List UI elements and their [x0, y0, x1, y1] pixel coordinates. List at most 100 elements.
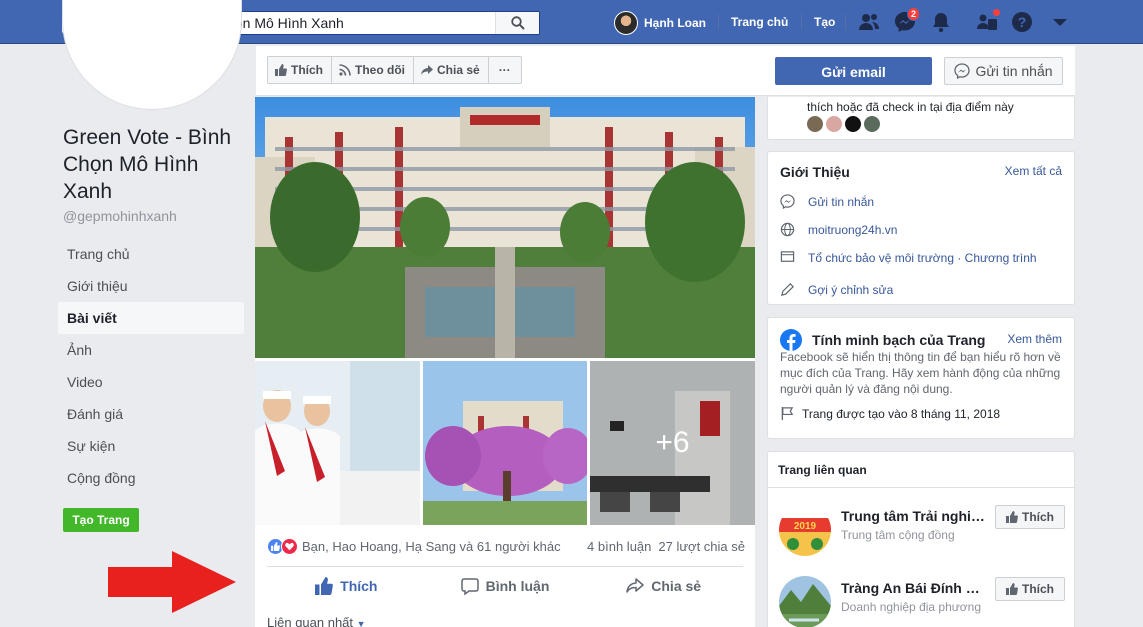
- about-category-row[interactable]: Tổ chức bảo vệ môi trường · Chương trình: [780, 250, 1037, 265]
- comment-icon: [460, 578, 479, 595]
- about-website-link: moitruong24h.vn: [808, 222, 898, 237]
- nav-divider: [718, 14, 719, 30]
- transparency-card: Tính minh bạch của Trang Xem thêm Facebo…: [767, 317, 1075, 439]
- help-icon[interactable]: ?: [1010, 10, 1034, 34]
- about-website-row[interactable]: moitruong24h.vn: [780, 222, 897, 237]
- groups-icon[interactable]: [975, 8, 1001, 34]
- share-icon: [421, 65, 433, 75]
- send-message-label: Gửi tin nhắn: [975, 63, 1053, 79]
- related-page-avatar[interactable]: 2019: [779, 504, 831, 556]
- post-photo-thumbnail[interactable]: +6: [590, 361, 755, 525]
- comments-count[interactable]: 4 bình luận: [587, 539, 651, 554]
- page-action-bar: Thích Theo dõi Chia sẻ ··· Gửi email Gửi…: [256, 46, 1075, 96]
- comment-sort-label: Liên quan nhất: [267, 615, 354, 627]
- about-see-all-link[interactable]: Xem tất cả: [1005, 164, 1062, 178]
- sidebar-item-home[interactable]: Trang chủ: [58, 238, 244, 270]
- home-link[interactable]: Trang chủ: [731, 15, 788, 29]
- nav-divider: [845, 14, 846, 30]
- more-options-button[interactable]: ···: [489, 57, 521, 83]
- related-pages-title: Trang liên quan: [778, 463, 867, 477]
- follow-button[interactable]: Theo dõi: [332, 57, 414, 83]
- page-action-group: Thích Theo dõi Chia sẻ ···: [267, 56, 522, 84]
- about-title: Giới Thiệu: [780, 164, 850, 180]
- friends-icon[interactable]: [857, 10, 881, 34]
- related-page-category: Trung tâm cộng đồng: [841, 528, 955, 542]
- about-suggest-edit-link: Gợi ý chỉnh sửa: [808, 282, 894, 297]
- messenger-icon: [954, 63, 971, 79]
- sidebar-item-about[interactable]: Giới thiệu: [58, 270, 244, 302]
- divider: [267, 566, 743, 567]
- flag-icon: [780, 251, 795, 262]
- related-page-name[interactable]: Tràng An Bái Đính Ni…: [841, 580, 987, 596]
- related-page-like-button[interactable]: Thích: [995, 505, 1065, 529]
- divider: [768, 487, 1074, 488]
- love-reaction-icon: [281, 537, 298, 555]
- post-photo-thumbnail[interactable]: [423, 361, 587, 525]
- red-arrow-annotation: [108, 551, 236, 613]
- share-page-button[interactable]: Chia sẻ: [414, 57, 489, 83]
- create-page-button[interactable]: Tạo Trang: [63, 508, 139, 532]
- page-created-text: Trang được tạo vào 8 tháng 11, 2018: [802, 406, 1001, 421]
- more-icon: ···: [498, 63, 511, 77]
- messenger-icon: [780, 194, 795, 209]
- send-message-button[interactable]: Gửi tin nhắn: [944, 57, 1063, 85]
- post-main-photo[interactable]: [255, 97, 755, 358]
- transparency-description: Facebook sẽ hiển thị thông tin để bạn hi…: [780, 350, 1061, 396]
- post-like-label: Thích: [340, 578, 378, 594]
- related-page-avatar[interactable]: [779, 576, 831, 627]
- create-link[interactable]: Tạo: [814, 15, 835, 29]
- messenger-icon[interactable]: 2: [893, 7, 920, 34]
- profile-link[interactable]: Hạnh Loan: [614, 11, 706, 35]
- related-page-category: Doanh nghiệp địa phương: [841, 600, 982, 614]
- sidebar-item-events[interactable]: Sự kiện: [58, 430, 244, 462]
- avatar[interactable]: [845, 116, 861, 132]
- post-comment-button[interactable]: Bình luận: [426, 568, 585, 604]
- sidebar-item-videos[interactable]: Video: [58, 366, 244, 398]
- share-page-label: Chia sẻ: [437, 63, 480, 77]
- post-share-button[interactable]: Chia sẻ: [584, 568, 743, 604]
- related-page-like-label: Thích: [1022, 510, 1054, 524]
- transparency-see-more-link[interactable]: Xem thêm: [1007, 332, 1062, 346]
- rss-icon: [339, 64, 351, 76]
- shares-count[interactable]: 27 lượt chia sẻ: [658, 539, 745, 554]
- sidebar-item-posts[interactable]: Bài viết: [58, 302, 244, 334]
- more-photos-count[interactable]: +6: [590, 361, 755, 525]
- about-message-row[interactable]: Gửi tin nhắn: [780, 194, 874, 209]
- page-profile-picture[interactable]: [62, 0, 242, 110]
- sidebar-item-photos[interactable]: Ảnh: [58, 334, 244, 366]
- avatar[interactable]: [807, 116, 823, 132]
- page-handle[interactable]: @gepmohinhxanh: [63, 208, 177, 224]
- reactions-text[interactable]: Bạn, Hao Hoang, Hạ Sang và 61 người khác: [302, 539, 561, 554]
- reaction-icons[interactable]: [267, 537, 298, 555]
- bell-icon[interactable]: [929, 10, 953, 34]
- like-page-label: Thích: [291, 63, 323, 77]
- thumbs-up-icon: [1006, 511, 1018, 523]
- caret-down-icon[interactable]: [1048, 10, 1072, 34]
- send-email-button[interactable]: Gửi email: [775, 57, 932, 85]
- facebook-logo-icon: [780, 329, 802, 351]
- page-created-row: Trang được tạo vào 8 tháng 11, 2018: [780, 406, 1000, 421]
- avatar[interactable]: [864, 116, 880, 132]
- page-title: Green Vote - Bình Chọn Mô Hình Xanh: [63, 126, 232, 203]
- post-like-button[interactable]: Thích: [267, 568, 426, 604]
- related-page-item[interactable]: Tràng An Bái Đính Ni… Doanh nghiệp địa p…: [779, 576, 1065, 627]
- comment-sort-dropdown[interactable]: Liên quan nhất ▼: [267, 615, 366, 627]
- flag-icon: [781, 406, 794, 421]
- thumbs-up-icon: [1006, 583, 1018, 595]
- avatar[interactable]: [826, 116, 842, 132]
- related-page-item[interactable]: 2019 Trung tâm Trải nghiệm… Trung tâm cộ…: [779, 504, 1065, 560]
- search-button[interactable]: [495, 12, 539, 34]
- related-page-name[interactable]: Trung tâm Trải nghiệm…: [841, 508, 987, 524]
- sidebar-item-community[interactable]: Cộng đồng: [58, 462, 244, 494]
- like-page-button[interactable]: Thích: [268, 57, 332, 83]
- transparency-title: Tính minh bạch của Trang: [812, 332, 986, 348]
- page-sidebar-nav: Trang chủ Giới thiệu Bài viết Ảnh Video …: [58, 238, 244, 494]
- share-icon: [626, 578, 645, 593]
- about-suggest-edit-row[interactable]: Gợi ý chỉnh sửa: [780, 282, 893, 297]
- related-page-like-button[interactable]: Thích: [995, 577, 1065, 601]
- avatar: [614, 11, 638, 35]
- post-comment-label: Bình luận: [485, 578, 550, 594]
- sidebar-item-reviews[interactable]: Đánh giá: [58, 398, 244, 430]
- post-photo-thumbnail[interactable]: [255, 361, 420, 525]
- related-page-like-label: Thích: [1022, 582, 1054, 596]
